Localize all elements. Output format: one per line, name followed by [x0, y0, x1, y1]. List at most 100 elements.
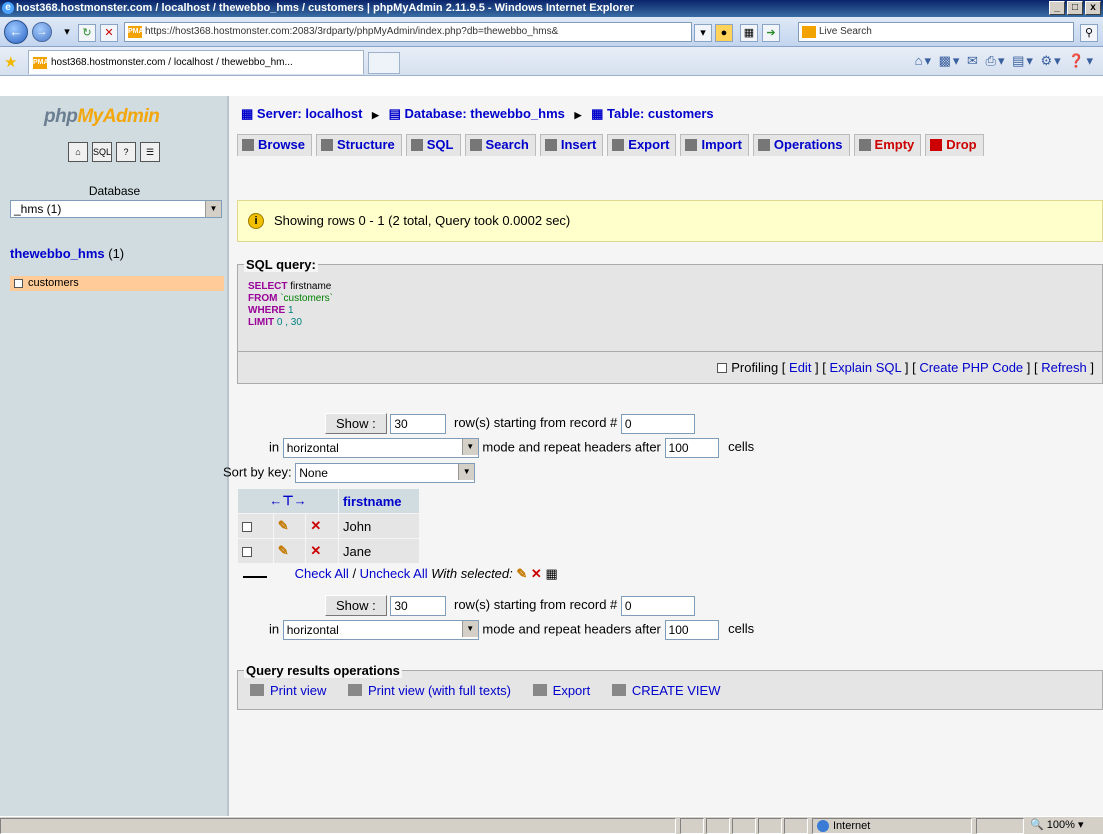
edit-pencil-icon[interactable]: ✎ [273, 539, 306, 563]
tab-browse[interactable]: Browse [237, 134, 312, 156]
check-all-link[interactable]: Check All [295, 566, 349, 581]
sql-keyword: SELECT [248, 281, 288, 292]
edit-link[interactable]: Edit [789, 360, 811, 375]
lock-icon[interactable]: ● [715, 24, 733, 42]
start-record-input[interactable]: 0 [620, 595, 695, 616]
with-selected-label: With selected: [431, 566, 513, 581]
sql-code: SELECT firstname FROM `customers` WHERE … [248, 281, 333, 329]
breadcrumb-server[interactable]: Server: localhost [257, 106, 363, 121]
repeat-headers-input[interactable]: 100 [664, 438, 719, 458]
profiling-checkbox[interactable] [717, 363, 728, 373]
database-link[interactable]: thewebbo_hms (1) [10, 246, 124, 261]
sidebar-item-customers[interactable]: customers [10, 276, 224, 291]
favorites-star-icon[interactable]: ★ [4, 53, 17, 71]
breadcrumb-table[interactable]: Table: customers [607, 106, 714, 121]
address-bar[interactable]: PMA https://host368.hostmonster.com:2083… [124, 22, 692, 42]
phpmyadmin-logo[interactable]: phpMyAdmin [44, 106, 160, 128]
address-dropdown-icon[interactable]: ▾ [694, 24, 712, 42]
tab-insert[interactable]: Insert [539, 134, 604, 156]
row-checkbox[interactable] [238, 539, 273, 563]
status-cell [758, 818, 782, 834]
sql-window-icon[interactable]: SQL [92, 142, 112, 162]
tab-structure[interactable]: Structure [315, 134, 402, 156]
info-icon: i [248, 213, 264, 229]
tab-export[interactable]: Export [607, 134, 677, 156]
notice-text: Showing rows 0 - 1 (2 total, Query took … [274, 213, 571, 228]
chevron-down-icon: ▼ [461, 439, 478, 455]
sql-text: 0 , 30 [274, 317, 302, 328]
status-cell [706, 818, 730, 834]
browser-tab[interactable]: PMA host368.hostmonster.com / localhost … [28, 50, 364, 74]
delete-x-icon[interactable]: ✕ [306, 514, 338, 538]
database-table-count: (1) [108, 246, 125, 261]
sql-keyword: WHERE [248, 305, 286, 316]
explain-sql-link[interactable]: Explain SQL [830, 360, 902, 375]
home-icon[interactable]: ⌂ [68, 142, 88, 162]
create-php-code-link[interactable]: Create PHP Code [919, 360, 1023, 375]
query-docs-icon[interactable]: ? [116, 142, 136, 162]
edit-pencil-icon[interactable]: ✎ [273, 514, 306, 538]
sort-by-key-label: Sort by key: [223, 464, 292, 480]
tab-operations[interactable]: Operations [752, 134, 850, 156]
delete-x-icon[interactable]: ✕ [531, 566, 542, 581]
breadcrumb-database[interactable]: Database: thewebbo_hms [405, 106, 565, 121]
rows-count-input[interactable]: 30 [390, 413, 447, 434]
show-button[interactable]: Show : [325, 413, 387, 434]
database-select[interactable]: _hms (1) ▼ [10, 200, 222, 218]
rows-count-input[interactable]: 30 [390, 595, 447, 616]
display-mode-select[interactable]: horizontal ▼ [282, 438, 479, 458]
protected-mode-icon[interactable] [976, 818, 1024, 834]
minimize-button[interactable]: _ [1049, 1, 1065, 15]
chevron-down-icon: ▼ [458, 464, 475, 480]
back-button[interactable]: ← [4, 20, 28, 44]
tab-import[interactable]: Import [680, 134, 749, 156]
export-icon[interactable]: ▦ [545, 566, 557, 581]
tab-label: Insert [560, 137, 597, 152]
print-full-link[interactable]: Print view (with full texts) [347, 683, 511, 698]
command-bar[interactable]: ⌂▾ ▩▾ ✉ ⎙▾ ▤▾ ⚙▾ ❓▾ [915, 53, 1095, 69]
row-checkbox[interactable] [238, 514, 273, 538]
edit-pencil-icon[interactable]: ✎ [516, 566, 527, 581]
refresh-icon[interactable]: ↻ [78, 24, 96, 42]
export-link[interactable]: Export [532, 683, 590, 698]
column-header-firstname[interactable]: firstname [339, 489, 419, 513]
stop-icon[interactable]: ✕ [100, 24, 118, 42]
forward-button[interactable]: → [32, 22, 52, 42]
column-resize-icon[interactable]: ←⊤→ [238, 489, 338, 513]
export-icon [532, 684, 547, 696]
start-record-input[interactable]: 0 [620, 413, 695, 434]
sort-key-select[interactable]: None ▼ [295, 463, 476, 483]
delete-x-icon[interactable]: ✕ [306, 539, 338, 563]
create-view-link[interactable]: CREATE VIEW [611, 683, 720, 698]
tab-drop[interactable]: Drop [925, 134, 984, 156]
check-all-row: Check All / Uncheck All With selected: ✎… [243, 566, 558, 582]
show-button[interactable]: Show : [325, 595, 387, 616]
status-cell [680, 818, 704, 834]
compatibility-icon[interactable]: ▦ [740, 24, 758, 42]
print-view-link[interactable]: Print view [250, 683, 326, 698]
empty-icon [858, 139, 871, 151]
uncheck-all-link[interactable]: Uncheck All [360, 566, 428, 581]
zoom-control[interactable]: 🔍 100% ▾ [1030, 818, 1083, 834]
tab-label: Empty [874, 137, 915, 152]
tab-sql[interactable]: SQL [405, 134, 461, 156]
docs-icon[interactable]: ☰ [140, 142, 160, 162]
security-zone[interactable]: Internet [812, 818, 972, 834]
display-mode-select[interactable]: horizontal ▼ [282, 620, 479, 640]
search-input[interactable]: Live Search [798, 22, 1074, 42]
tab-label: SQL [426, 137, 454, 152]
search-go-icon[interactable]: ⚲ [1080, 24, 1098, 42]
go-icon[interactable]: ➔ [762, 24, 780, 42]
history-dropdown-icon[interactable]: ▾ [58, 24, 76, 42]
close-button[interactable]: x [1085, 1, 1101, 15]
search-icon [469, 139, 482, 151]
refresh-link[interactable]: Refresh [1041, 360, 1087, 375]
tab-empty[interactable]: Empty [853, 134, 922, 156]
new-tab-button[interactable] [368, 52, 400, 74]
repeat-headers-input[interactable]: 100 [664, 620, 719, 640]
cells-label: cells [728, 621, 755, 637]
maximize-button[interactable]: □ [1067, 1, 1083, 15]
live-search-icon [802, 26, 816, 38]
tab-search[interactable]: Search [464, 134, 536, 156]
database-name: thewebbo_hms [10, 246, 105, 261]
